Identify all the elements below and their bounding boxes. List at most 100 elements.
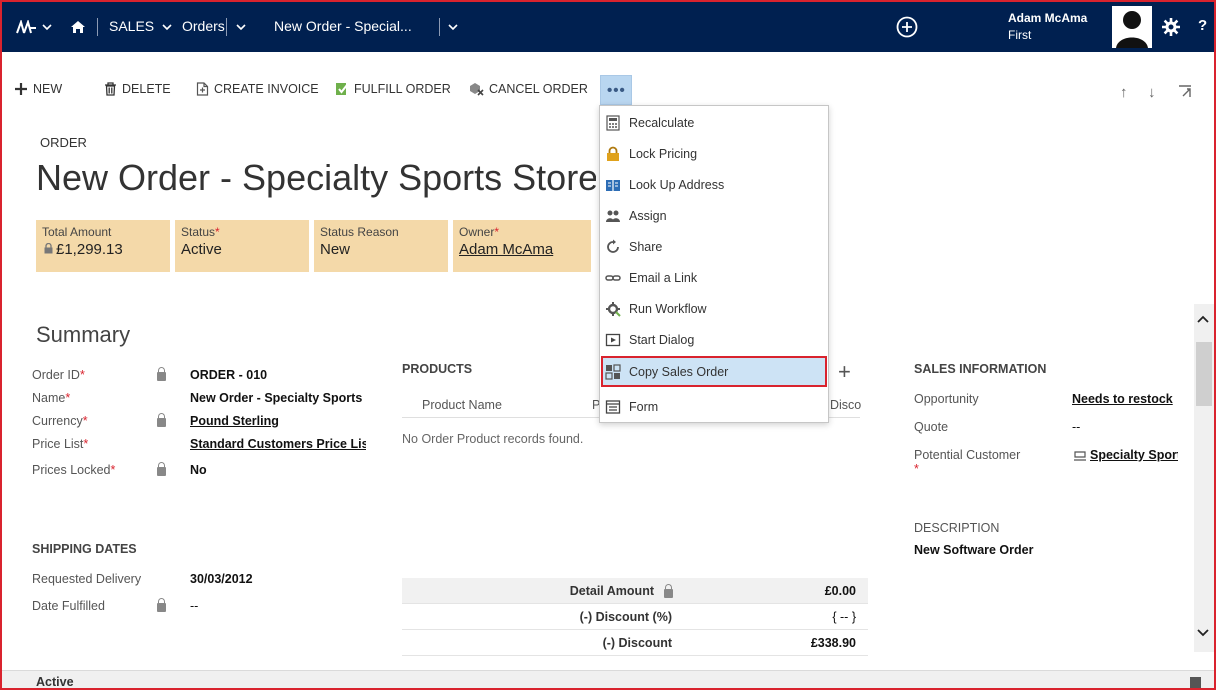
scrollbar-thumb[interactable] [1196, 342, 1212, 406]
field-name: Name* New Order - Specialty Sports Store [32, 391, 366, 405]
avatar[interactable] [1112, 6, 1152, 48]
totals-panel: Detail Amount £0.00 (-) Discount (%) { -… [402, 578, 868, 656]
invoice-icon [196, 82, 209, 96]
chevron-down-icon[interactable] [448, 2, 458, 50]
menu-item-recalculate[interactable]: Recalculate [601, 107, 827, 138]
nav-record-link[interactable]: New Order - Special... [274, 2, 412, 50]
field-quote: Quote -- [914, 420, 1081, 434]
total-amount-value: £1,299.13 [56, 241, 123, 258]
menu-item-lock-pricing[interactable]: Lock Pricing [601, 138, 827, 169]
lock-icon [607, 146, 619, 161]
more-commands-button[interactable]: ••• [600, 75, 632, 105]
tile-status-reason: Status Reason New [314, 220, 448, 272]
record-type-label: ORDER [40, 135, 87, 150]
delete-button[interactable]: DELETE [104, 80, 171, 98]
cancel-order-icon [470, 83, 484, 96]
nav-separator [226, 18, 227, 36]
expand-icon[interactable] [1178, 84, 1192, 102]
fulfill-icon [336, 83, 348, 95]
help-icon[interactable]: ? [1198, 2, 1207, 50]
trash-icon [105, 82, 116, 96]
lock-icon [44, 242, 53, 254]
address-book-icon [606, 180, 620, 191]
share-icon [607, 239, 619, 253]
sales-information-heading: SALES INFORMATION [914, 362, 1047, 376]
home-icon[interactable] [70, 2, 86, 50]
plus-icon [15, 83, 27, 95]
tile-status: Status* Active [175, 220, 309, 272]
lock-icon [157, 367, 166, 381]
fulfill-order-button[interactable]: FULFILL ORDER [335, 80, 451, 98]
empty-grid-message: No Order Product records found. [402, 432, 584, 446]
lock-icon [664, 584, 673, 598]
create-invoice-button[interactable]: CREATE INVOICE [196, 80, 319, 98]
summary-heading: Summary [36, 322, 131, 347]
column-discount[interactable]: Disco [830, 398, 861, 412]
nav-bar: SALES Orders New Order - Special... Adam… [2, 2, 1214, 52]
field-order-id: Order ID* ORDER - 010 [32, 367, 268, 382]
cancel-order-button[interactable]: CANCEL ORDER [468, 80, 588, 98]
more-commands-menu: Recalculate Lock Pricing Look Up Address… [599, 105, 829, 423]
menu-item-email-a-link[interactable]: Email a Link [601, 262, 827, 293]
field-currency: Currency* Pound Sterling [32, 413, 279, 428]
dynamics-logo-icon[interactable] [16, 2, 38, 50]
chevron-down-icon[interactable] [236, 2, 246, 50]
total-row: Detail Amount £0.00 [402, 578, 868, 604]
ellipsis-icon: ••• [607, 82, 626, 99]
menu-item-run-workflow[interactable]: Run Workflow [601, 293, 827, 324]
app-window: SALES Orders New Order - Special... Adam… [0, 0, 1216, 690]
menu-item-start-dialog[interactable]: Start Dialog [601, 324, 827, 355]
arrow-down-icon[interactable]: ↓ [1148, 84, 1156, 101]
dialog-icon [605, 333, 621, 347]
chevron-up-icon[interactable] [1197, 310, 1209, 326]
nav-sales-menu[interactable]: SALES [109, 2, 172, 50]
lock-icon [157, 413, 166, 427]
field-price-list: Price List* Standard Customers Price Lis… [32, 437, 366, 451]
nav-separator [97, 18, 98, 36]
nav-separator [439, 18, 440, 36]
new-button[interactable]: NEW [14, 80, 62, 98]
gear-icon[interactable] [1162, 2, 1180, 50]
page-title: New Order - Specialty Sports Store [36, 157, 596, 198]
account-icon [1074, 451, 1086, 461]
copy-order-icon [605, 364, 621, 380]
add-product-icon[interactable]: + [838, 359, 851, 385]
field-opportunity: Opportunity Needs to restock [914, 392, 1173, 406]
shipping-dates-heading: SHIPPING DATES [32, 542, 137, 556]
arrow-up-icon[interactable]: ↑ [1120, 84, 1128, 101]
menu-item-assign[interactable]: Assign [601, 200, 827, 231]
record-status: Active [36, 675, 74, 689]
user-name[interactable]: Adam McAma [1008, 11, 1087, 25]
menu-item-look-up-address[interactable]: Look Up Address [601, 169, 827, 200]
chevron-down-icon[interactable] [1197, 624, 1209, 640]
save-icon[interactable] [1190, 677, 1201, 688]
create-plus-icon[interactable] [896, 2, 918, 50]
field-date-fulfilled: Date Fulfilled -- [32, 598, 199, 613]
form-icon [605, 400, 621, 414]
workflow-icon [606, 302, 621, 317]
tile-total-amount: Total Amount £1,299.13 [36, 220, 170, 272]
status-value[interactable]: Active [181, 241, 303, 258]
field-prices-locked: Prices Locked* No [32, 462, 207, 477]
description-label: DESCRIPTION [914, 521, 1000, 535]
vertical-scrollbar[interactable] [1194, 304, 1214, 652]
field-potential-customer: Potential Customer* Specialty Sports Sto… [914, 448, 1178, 476]
column-product-name[interactable]: Product Name [422, 398, 502, 412]
owner-link[interactable]: Adam McAma [459, 241, 585, 258]
user-org: First [1008, 28, 1032, 42]
menu-item-share[interactable]: Share [601, 231, 827, 262]
menu-item-form[interactable]: Form [601, 391, 827, 422]
menu-item-copy-sales-order[interactable]: Copy Sales Order [601, 356, 827, 387]
total-row: (-) Discount £338.90 [402, 630, 868, 656]
tile-owner: Owner* Adam McAma [453, 220, 591, 272]
description-value[interactable]: New Software Order [914, 543, 1033, 557]
status-footer: Active [2, 670, 1214, 689]
assign-icon [606, 210, 620, 222]
lock-icon [157, 598, 166, 612]
nav-orders-link[interactable]: Orders [182, 2, 225, 50]
status-reason-value[interactable]: New [320, 241, 442, 258]
field-requested-delivery: Requested Delivery 30/03/2012 [32, 572, 253, 586]
chevron-down-icon[interactable] [42, 2, 52, 50]
nav-sales-label: SALES [109, 18, 155, 34]
lock-icon [157, 462, 166, 476]
